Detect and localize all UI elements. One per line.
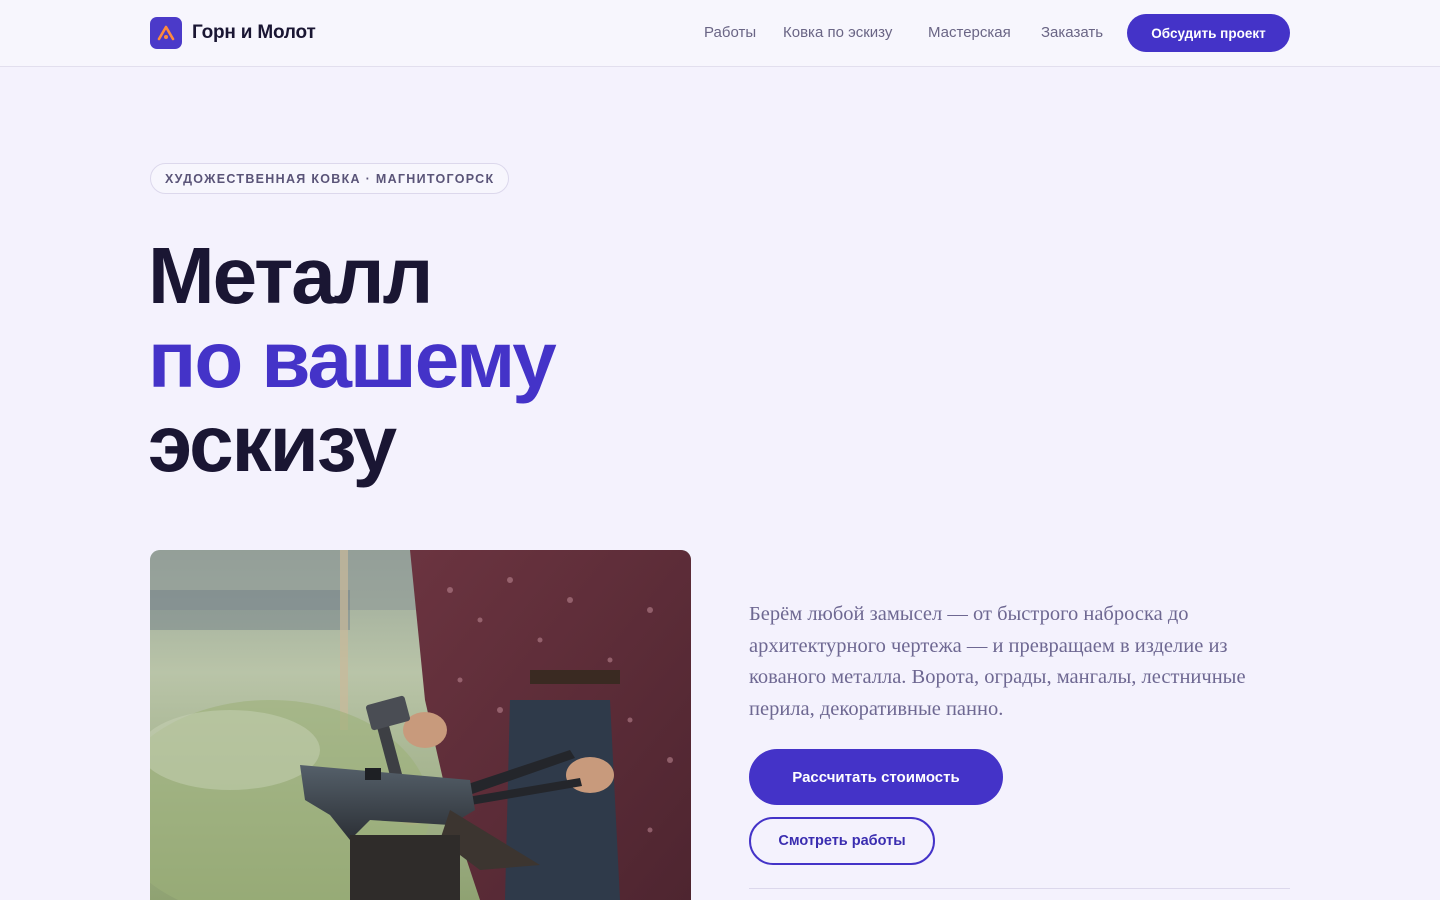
hero-title-line-1: Металл [148, 231, 433, 320]
brand-logo-link[interactable]: Горн и Молот [150, 17, 316, 49]
nav-link-workshop[interactable]: Мастерская [928, 24, 1011, 41]
nav-link-order[interactable]: Заказать [1041, 24, 1103, 41]
nav-link-works[interactable]: Работы [704, 24, 756, 41]
forge-logo-icon [150, 17, 182, 49]
nav-link-sketch-forging[interactable]: Ковка по эскизу [783, 24, 892, 41]
hero-lead-text: Берём любой замысел — от быстрого наброс… [749, 603, 1246, 720]
hero-title-line-3: эскизу [148, 399, 397, 488]
section-divider [749, 888, 1290, 889]
discuss-project-button[interactable]: Обсудить проект [1127, 14, 1290, 52]
calculate-cost-button[interactable]: Рассчитать стоимость [749, 749, 1003, 805]
brand-name: Горн и Молот [192, 22, 316, 43]
view-works-button[interactable]: Смотреть работы [749, 817, 935, 865]
hero-title-line-2: по вашему [148, 315, 557, 404]
blacksmith-at-anvil-photo [150, 550, 691, 900]
site-header: Горн и Молот Работы Ковка по эскизу Маст… [0, 0, 1440, 67]
hero-eyebrow-badge: ХУДОЖЕСТВЕННАЯ КОВКА · МАГНИТОГОРСК [150, 163, 510, 194]
